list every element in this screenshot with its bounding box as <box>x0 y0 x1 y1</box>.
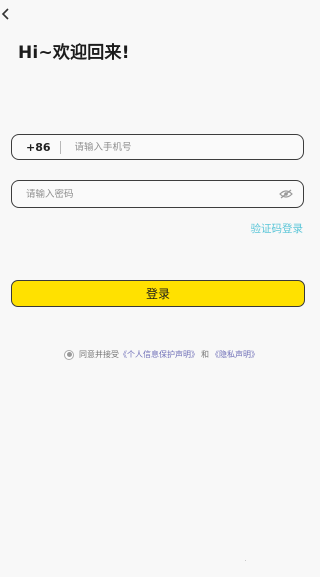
eye-slash-icon[interactable] <box>279 189 293 199</box>
agreement-radio[interactable] <box>64 349 74 360</box>
phone-input[interactable] <box>74 141 303 153</box>
agreement-row: 同意并接受 《个人信息保护声明》 和 《隐私声明》 <box>64 349 259 360</box>
country-code[interactable]: +86 <box>26 141 51 154</box>
phone-field[interactable]: +86 <box>11 134 304 160</box>
password-field[interactable] <box>11 180 304 208</box>
page-title: Hi~欢迎回来! <box>18 43 130 63</box>
agreement-prefix: 同意并接受 <box>79 350 119 359</box>
chevron-left-icon[interactable] <box>0 6 12 22</box>
decorative-dot <box>245 560 246 561</box>
sms-login-link[interactable]: 验证码登录 <box>251 221 304 236</box>
radio-dot <box>66 352 72 357</box>
privacy-statement-link[interactable]: 《隐私声明》 <box>211 349 259 360</box>
login-button[interactable]: 登录 <box>11 280 305 307</box>
agreement-and: 和 <box>201 350 209 359</box>
privacy-policy-link[interactable]: 《个人信息保护声明》 <box>119 349 199 360</box>
password-input[interactable] <box>26 188 279 200</box>
divider <box>59 140 61 154</box>
